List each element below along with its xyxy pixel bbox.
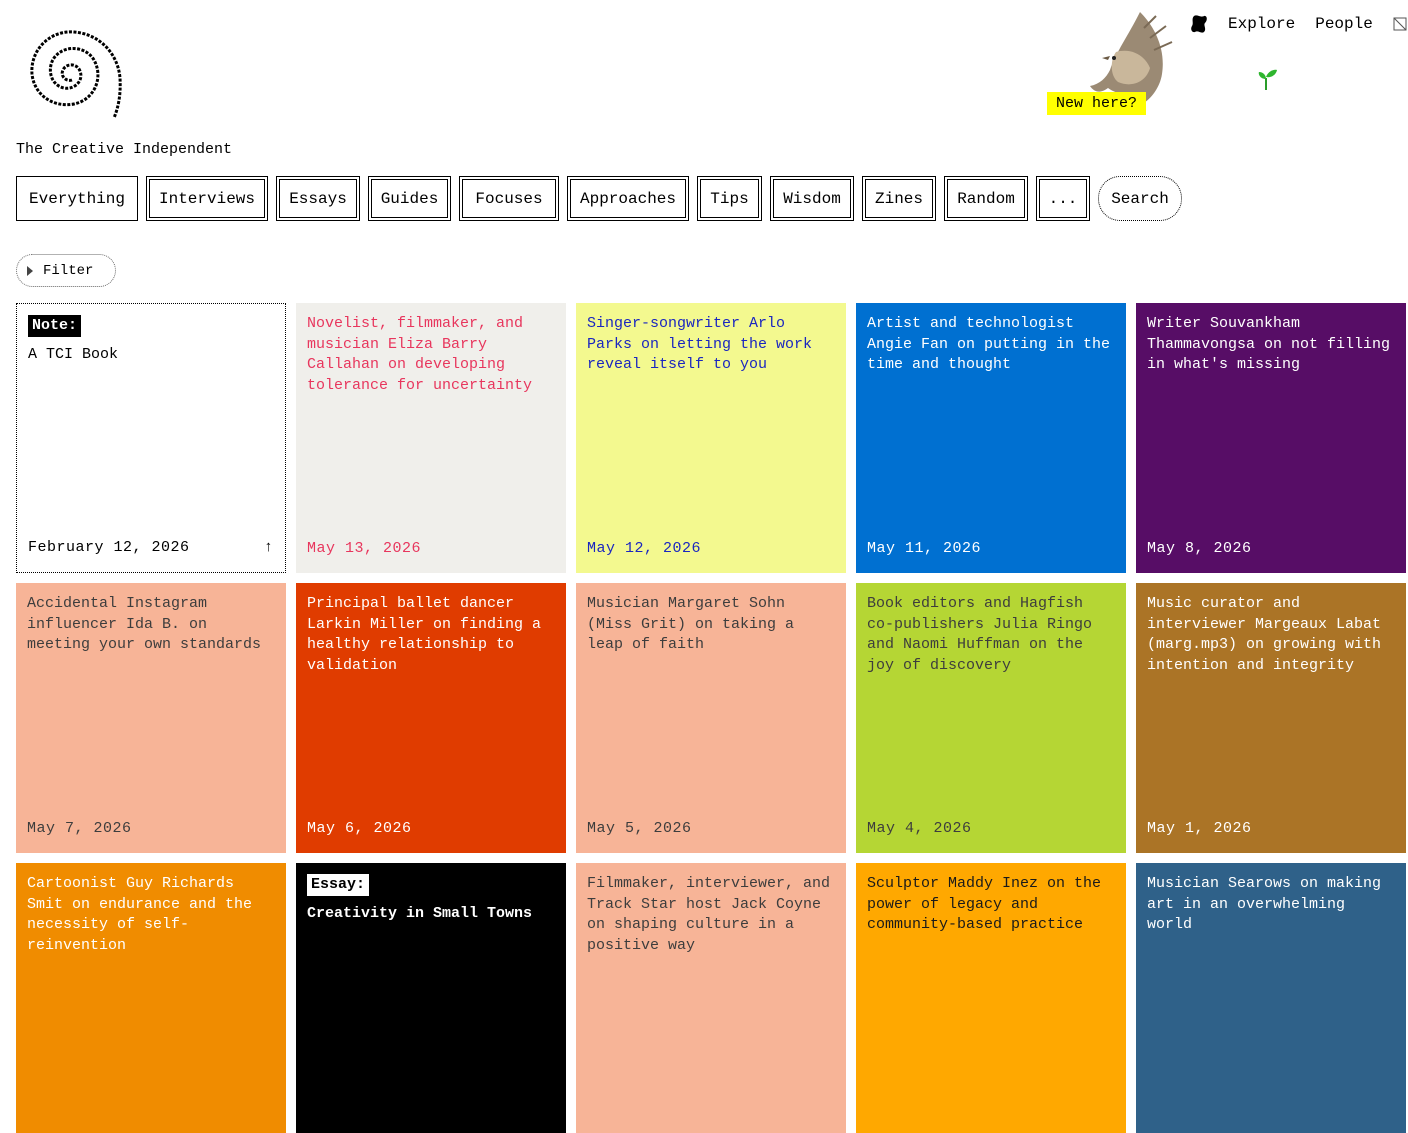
card-title[interactable]: Filmmaker, interviewer, and Track Star h… (587, 874, 835, 957)
caret-right-icon (27, 265, 33, 276)
pinned-arrow-icon: ↑ (263, 539, 273, 557)
sprout-icon (1258, 69, 1277, 90)
spiral-logo-icon[interactable] (14, 18, 130, 122)
tab-everything[interactable]: Everything (16, 176, 138, 221)
article-card[interactable]: Singer-songwriter Arlo Parks on letting … (576, 303, 846, 573)
article-card[interactable]: Principal ballet dancer Larkin Miller on… (296, 583, 566, 853)
site-name[interactable]: The Creative Independent (16, 141, 232, 158)
card-title[interactable]: Accidental Instagram influencer Ida B. o… (27, 594, 275, 656)
article-card[interactable]: Novelist, filmmaker, and musician Eliza … (296, 303, 566, 573)
filter-label: Filter (43, 262, 94, 279)
tab-tips[interactable]: Tips (697, 176, 762, 221)
article-card[interactable]: Musician Searows on making art in an ove… (1136, 863, 1406, 1133)
article-card[interactable]: Music curator and interviewer Margeaux L… (1136, 583, 1406, 853)
card-date: May 8, 2026 (1147, 540, 1252, 558)
article-card[interactable]: Musician Margaret Sohn (Miss Grit) on ta… (576, 583, 846, 853)
card-date: May 1, 2026 (1147, 820, 1252, 838)
category-tabs: Everything Interviews Essays Guides Focu… (16, 176, 1190, 221)
tab-random[interactable]: Random (944, 176, 1028, 221)
card-date: May 12, 2026 (587, 540, 702, 558)
card-date: February 12, 2026 (28, 539, 190, 557)
card-title[interactable]: Book editors and Hagfish co-publishers J… (867, 594, 1115, 677)
tab-interviews[interactable]: Interviews (146, 176, 268, 221)
tab-focuses[interactable]: Focuses (459, 176, 559, 221)
tab-essays[interactable]: Essays (276, 176, 360, 221)
tab-more[interactable]: ... (1036, 176, 1090, 221)
card-title[interactable]: Musician Margaret Sohn (Miss Grit) on ta… (587, 594, 835, 656)
card-title[interactable]: Cartoonist Guy Richards Smit on enduranc… (27, 874, 275, 957)
top-nav: Explore People (1190, 14, 1407, 34)
filter-toggle[interactable]: Filter (16, 254, 116, 287)
card-type-tag: Essay: (307, 874, 370, 896)
tab-approaches[interactable]: Approaches (567, 176, 689, 221)
card-title[interactable]: Writer Souvankham Thammavongsa on not fi… (1147, 314, 1395, 376)
article-card[interactable]: Book editors and Hagfish co-publishers J… (856, 583, 1126, 853)
article-card[interactable]: Essay: Creativity in Small Towns (296, 863, 566, 1133)
article-card[interactable]: Note: A TCI Book February 12, 2026 ↑ (16, 303, 286, 573)
article-card[interactable]: Artist and technologist Angie Fan on put… (856, 303, 1126, 573)
card-title[interactable]: Musician Searows on making art in an ove… (1147, 874, 1395, 936)
mail-icon[interactable] (1393, 16, 1407, 32)
card-title[interactable]: Music curator and interviewer Margeaux L… (1147, 594, 1395, 677)
card-date: May 11, 2026 (867, 540, 982, 558)
new-here-badge[interactable]: New here? (1047, 92, 1147, 115)
card-title[interactable]: Singer-songwriter Arlo Parks on letting … (587, 314, 835, 376)
search-button[interactable]: Search (1098, 176, 1182, 221)
article-card[interactable]: Writer Souvankham Thammavongsa on not fi… (1136, 303, 1406, 573)
article-card[interactable]: Filmmaker, interviewer, and Track Star h… (576, 863, 846, 1133)
article-card[interactable]: Cartoonist Guy Richards Smit on enduranc… (16, 863, 286, 1133)
card-type-tag: Note: (28, 315, 82, 337)
card-title[interactable]: Creativity in Small Towns (307, 904, 555, 925)
card-title[interactable]: Principal ballet dancer Larkin Miller on… (307, 594, 555, 677)
card-title[interactable]: Sculptor Maddy Inez on the power of lega… (867, 874, 1115, 936)
nav-explore[interactable]: Explore (1228, 15, 1295, 33)
card-title[interactable]: A TCI Book (28, 345, 274, 366)
card-date: May 13, 2026 (307, 540, 422, 558)
article-card[interactable]: Accidental Instagram influencer Ida B. o… (16, 583, 286, 853)
card-date: May 5, 2026 (587, 820, 692, 838)
nav-people[interactable]: People (1315, 15, 1373, 33)
card-title[interactable]: Novelist, filmmaker, and musician Eliza … (307, 314, 555, 397)
article-card[interactable]: Sculptor Maddy Inez on the power of lega… (856, 863, 1126, 1133)
card-date: May 4, 2026 (867, 820, 972, 838)
tab-guides[interactable]: Guides (368, 176, 451, 221)
card-date: May 6, 2026 (307, 820, 412, 838)
tab-wisdom[interactable]: Wisdom (770, 176, 854, 221)
card-title[interactable]: Artist and technologist Angie Fan on put… (867, 314, 1115, 376)
blob-icon[interactable] (1190, 14, 1208, 34)
card-date: May 7, 2026 (27, 820, 132, 838)
tab-zines[interactable]: Zines (862, 176, 936, 221)
